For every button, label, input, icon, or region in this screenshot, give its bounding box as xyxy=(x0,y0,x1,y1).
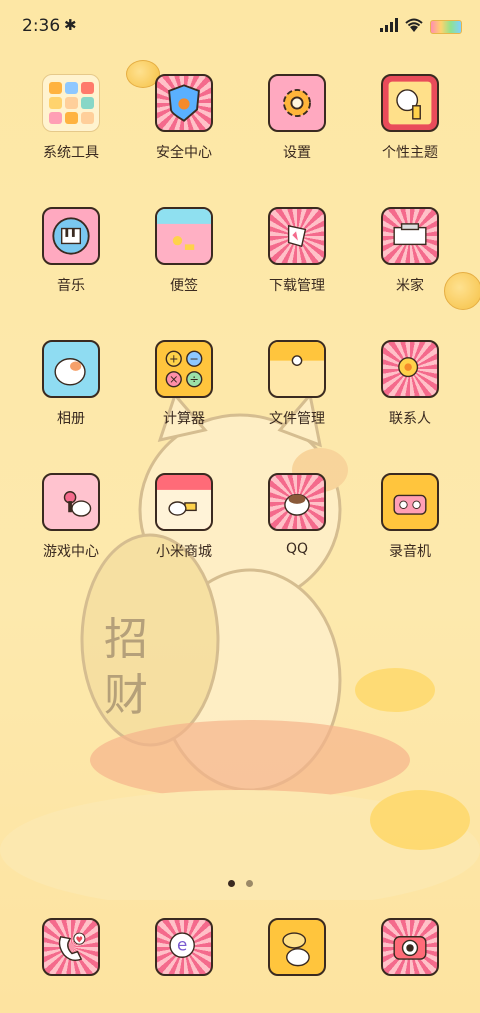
svg-text:e: e xyxy=(177,935,187,955)
gallery-icon xyxy=(42,340,100,398)
app-label: 小米商城 xyxy=(156,544,212,560)
app-label: 米家 xyxy=(396,278,424,294)
messages-icon xyxy=(268,918,326,976)
status-time: 2:36 xyxy=(22,16,61,36)
app-label: 相册 xyxy=(57,411,85,427)
app-system-tools[interactable]: 系统工具 xyxy=(16,74,126,184)
status-bar: 2:36 ✱ xyxy=(0,0,480,52)
folder-file-icon xyxy=(268,340,326,398)
app-file-manager[interactable]: 文件管理 xyxy=(242,340,352,450)
app-security-center[interactable]: 安全中心 xyxy=(129,74,239,184)
svg-text:+: + xyxy=(169,352,178,365)
app-mi-mall[interactable]: 小米商城 xyxy=(129,473,239,583)
svg-text:÷: ÷ xyxy=(190,373,199,386)
app-qq[interactable]: QQ xyxy=(242,473,352,583)
app-label: 录音机 xyxy=(389,544,431,560)
wallpaper-cat-illustration xyxy=(0,391,480,900)
app-label: 文件管理 xyxy=(269,411,325,427)
camera-icon xyxy=(381,918,439,976)
signal-icon xyxy=(380,18,398,32)
app-label: 下载管理 xyxy=(269,278,325,294)
app-label: 游戏中心 xyxy=(43,544,99,560)
app-label: 设置 xyxy=(283,145,311,161)
app-label: 安全中心 xyxy=(156,145,212,161)
battery-icon xyxy=(430,20,462,34)
page-dot xyxy=(246,880,254,887)
dock-messages[interactable] xyxy=(242,918,352,978)
app-label: 系统工具 xyxy=(43,145,99,161)
gear-icon xyxy=(268,74,326,132)
note-icon xyxy=(155,207,213,265)
calculator-icon: + − × ÷ xyxy=(155,340,213,398)
dock-camera[interactable] xyxy=(355,918,465,978)
folder-icon xyxy=(42,74,100,132)
recorder-icon xyxy=(381,473,439,531)
app-label: 联系人 xyxy=(389,411,431,427)
download-icon xyxy=(268,207,326,265)
app-label: QQ xyxy=(285,541,309,557)
dock-phone[interactable]: ♥ xyxy=(16,918,126,978)
mall-icon xyxy=(155,473,213,531)
shield-paw-icon xyxy=(155,74,213,132)
game-icon xyxy=(42,473,100,531)
cat-theme-icon xyxy=(381,74,439,132)
app-themes[interactable]: 个性主题 xyxy=(355,74,465,184)
qq-icon xyxy=(268,473,326,531)
app-label: 便签 xyxy=(170,278,198,294)
bluetooth-icon: ✱ xyxy=(64,16,77,34)
app-contacts[interactable]: 联系人 xyxy=(355,340,465,450)
app-calculator[interactable]: + − × ÷ 计算器 xyxy=(129,340,239,450)
app-gallery[interactable]: 相册 xyxy=(16,340,126,450)
home-icon xyxy=(381,207,439,265)
app-label: 音乐 xyxy=(57,278,85,294)
contacts-icon xyxy=(381,340,439,398)
piano-icon xyxy=(42,207,100,265)
app-settings[interactable]: 设置 xyxy=(242,74,352,184)
wifi-icon xyxy=(405,18,423,32)
app-label: 个性主题 xyxy=(382,145,438,161)
app-music[interactable]: 音乐 xyxy=(16,207,126,317)
app-game-center[interactable]: 游戏中心 xyxy=(16,473,126,583)
app-downloads[interactable]: 下载管理 xyxy=(242,207,352,317)
app-mijia[interactable]: 米家 xyxy=(355,207,465,317)
wallpaper-sign-text: 招财 xyxy=(104,614,148,721)
svg-text:−: − xyxy=(190,352,199,365)
app-recorder[interactable]: 录音机 xyxy=(355,473,465,583)
app-notes[interactable]: 便签 xyxy=(129,207,239,317)
svg-text:♥: ♥ xyxy=(76,934,84,944)
svg-text:×: × xyxy=(169,373,178,386)
page-dot-active xyxy=(228,880,235,887)
page-indicator xyxy=(228,872,259,891)
phone-icon: ♥ xyxy=(42,918,100,976)
app-label: 计算器 xyxy=(163,411,205,427)
browser-icon: e xyxy=(155,918,213,976)
dock-browser[interactable]: e xyxy=(129,918,239,978)
